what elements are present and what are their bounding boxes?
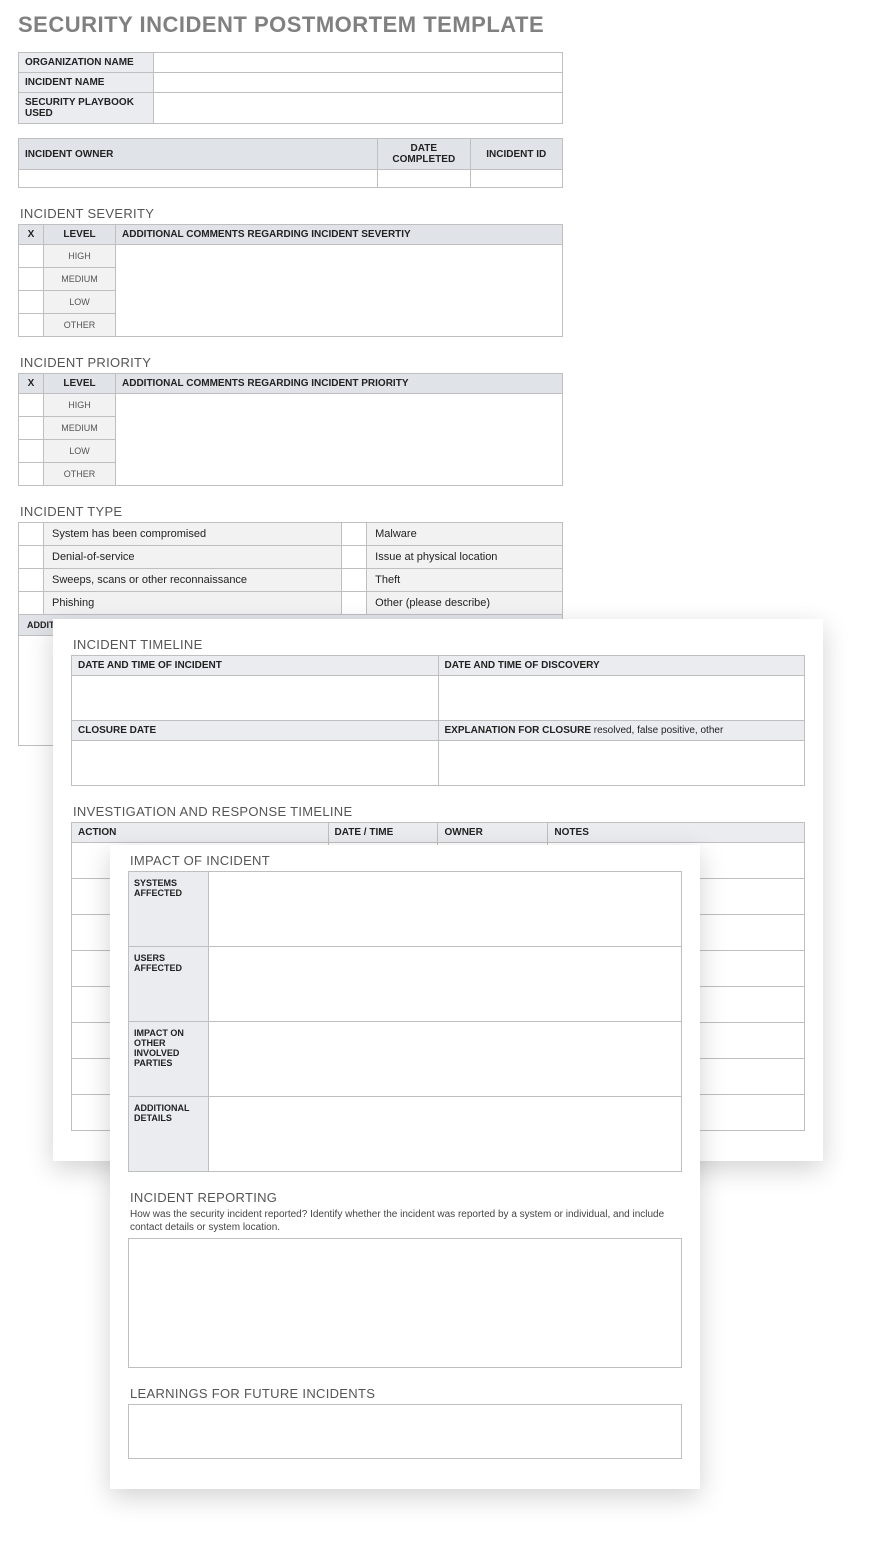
learnings-heading: LEARNINGS FOR FUTURE INCIDENTS xyxy=(130,1386,682,1401)
incident-name-field[interactable] xyxy=(154,73,563,93)
owner-table: INCIDENT OWNER DATE COMPLETED INCIDENT I… xyxy=(18,138,563,188)
pri-comments-field[interactable] xyxy=(116,394,563,486)
timeline-h4: EXPLANATION FOR CLOSURE resolved, false … xyxy=(438,721,805,741)
pri-check[interactable] xyxy=(19,394,44,417)
type-label: System has been compromised xyxy=(44,523,342,546)
sev-comments-field[interactable] xyxy=(116,245,563,337)
severity-table: X LEVEL ADDITIONAL COMMENTS REGARDING IN… xyxy=(18,224,563,337)
sev-check[interactable] xyxy=(19,245,44,268)
col-comments: ADDITIONAL COMMENTS REGARDING INCIDENT P… xyxy=(116,374,563,394)
sev-level: HIGH xyxy=(44,245,116,268)
info-table: ORGANIZATION NAME INCIDENT NAME SECURITY… xyxy=(18,52,563,124)
type-check[interactable] xyxy=(19,523,44,546)
pri-level: OTHER xyxy=(44,463,116,486)
investigation-heading: INVESTIGATION AND RESPONSE TIMELINE xyxy=(73,804,805,819)
type-check[interactable] xyxy=(19,546,44,569)
info-row-label: INCIDENT NAME xyxy=(19,73,154,93)
info-row-label: SECURITY PLAYBOOK USED xyxy=(19,93,154,124)
sev-check[interactable] xyxy=(19,291,44,314)
pri-level: MEDIUM xyxy=(44,417,116,440)
owner-header: INCIDENT OWNER xyxy=(19,139,378,170)
impact-row-label: IMPACT ON OTHER INVOLVED PARTIES xyxy=(129,1022,209,1097)
impact-row-label: USERS AFFECTED xyxy=(129,947,209,1022)
pri-level: LOW xyxy=(44,440,116,463)
reporting-heading: INCIDENT REPORTING xyxy=(130,1190,682,1205)
incident-id-field[interactable] xyxy=(470,170,562,188)
impact-table: SYSTEMS AFFECTED USERS AFFECTED IMPACT O… xyxy=(128,871,682,1172)
learnings-field[interactable] xyxy=(128,1404,682,1459)
sev-level: LOW xyxy=(44,291,116,314)
type-check[interactable] xyxy=(19,592,44,615)
pri-check[interactable] xyxy=(19,417,44,440)
pri-level: HIGH xyxy=(44,394,116,417)
col-x: X xyxy=(19,225,44,245)
playbook-field[interactable] xyxy=(154,93,563,124)
priority-heading: INCIDENT PRIORITY xyxy=(20,355,563,370)
type-label: Phishing xyxy=(44,592,342,615)
closure-date-field[interactable] xyxy=(72,741,439,786)
type-check[interactable] xyxy=(342,592,367,615)
timeline-h1: DATE AND TIME OF INCIDENT xyxy=(72,656,439,676)
col-level: LEVEL xyxy=(44,374,116,394)
priority-table: X LEVEL ADDITIONAL COMMENTS REGARDING IN… xyxy=(18,373,563,486)
inv-col: DATE / TIME xyxy=(328,823,438,843)
date-completed-field[interactable] xyxy=(378,170,470,188)
additional-details-field[interactable] xyxy=(209,1097,682,1172)
type-label: Sweeps, scans or other reconnaissance xyxy=(44,569,342,592)
impact-heading: IMPACT OF INCIDENT xyxy=(130,853,682,868)
date-completed-header: DATE COMPLETED xyxy=(378,139,470,170)
sev-check[interactable] xyxy=(19,268,44,291)
inv-col: NOTES xyxy=(548,823,805,843)
type-check[interactable] xyxy=(342,569,367,592)
type-label: Theft xyxy=(367,569,563,592)
page-title: SECURITY INCIDENT POSTMORTEM TEMPLATE xyxy=(18,12,877,38)
org-name-field[interactable] xyxy=(154,53,563,73)
incident-datetime-field[interactable] xyxy=(72,676,439,721)
type-label: Denial-of-service xyxy=(44,546,342,569)
pri-check[interactable] xyxy=(19,463,44,486)
systems-affected-field[interactable] xyxy=(209,872,682,947)
reporting-field[interactable] xyxy=(128,1238,682,1368)
info-row-label: ORGANIZATION NAME xyxy=(19,53,154,73)
inv-col: ACTION xyxy=(72,823,329,843)
pri-check[interactable] xyxy=(19,440,44,463)
sev-level: OTHER xyxy=(44,314,116,337)
sev-level: MEDIUM xyxy=(44,268,116,291)
reporting-subtext: How was the security incident reported? … xyxy=(130,1208,682,1234)
impact-row-label: SYSTEMS AFFECTED xyxy=(129,872,209,947)
type-heading: INCIDENT TYPE xyxy=(20,504,563,519)
type-check[interactable] xyxy=(19,569,44,592)
type-label: Issue at physical location xyxy=(367,546,563,569)
users-affected-field[interactable] xyxy=(209,947,682,1022)
other-parties-field[interactable] xyxy=(209,1022,682,1097)
inv-col: OWNER xyxy=(438,823,548,843)
impact-row-label: ADDITIONAL DETAILS xyxy=(129,1097,209,1172)
discovery-datetime-field[interactable] xyxy=(438,676,805,721)
type-check[interactable] xyxy=(342,523,367,546)
timeline-h3: CLOSURE DATE xyxy=(72,721,439,741)
type-label: Malware xyxy=(367,523,563,546)
incident-id-header: INCIDENT ID xyxy=(470,139,562,170)
type-check[interactable] xyxy=(342,546,367,569)
sev-check[interactable] xyxy=(19,314,44,337)
owner-field[interactable] xyxy=(19,170,378,188)
closure-explanation-field[interactable] xyxy=(438,741,805,786)
panel-impact: IMPACT OF INCIDENT SYSTEMS AFFECTED USER… xyxy=(110,845,700,1489)
severity-heading: INCIDENT SEVERITY xyxy=(20,206,563,221)
timeline-heading: INCIDENT TIMELINE xyxy=(73,637,805,652)
timeline-table: DATE AND TIME OF INCIDENT DATE AND TIME … xyxy=(71,655,805,786)
col-comments: ADDITIONAL COMMENTS REGARDING INCIDENT S… xyxy=(116,225,563,245)
timeline-h2: DATE AND TIME OF DISCOVERY xyxy=(438,656,805,676)
col-level: LEVEL xyxy=(44,225,116,245)
col-x: X xyxy=(19,374,44,394)
type-label: Other (please describe) xyxy=(367,592,563,615)
